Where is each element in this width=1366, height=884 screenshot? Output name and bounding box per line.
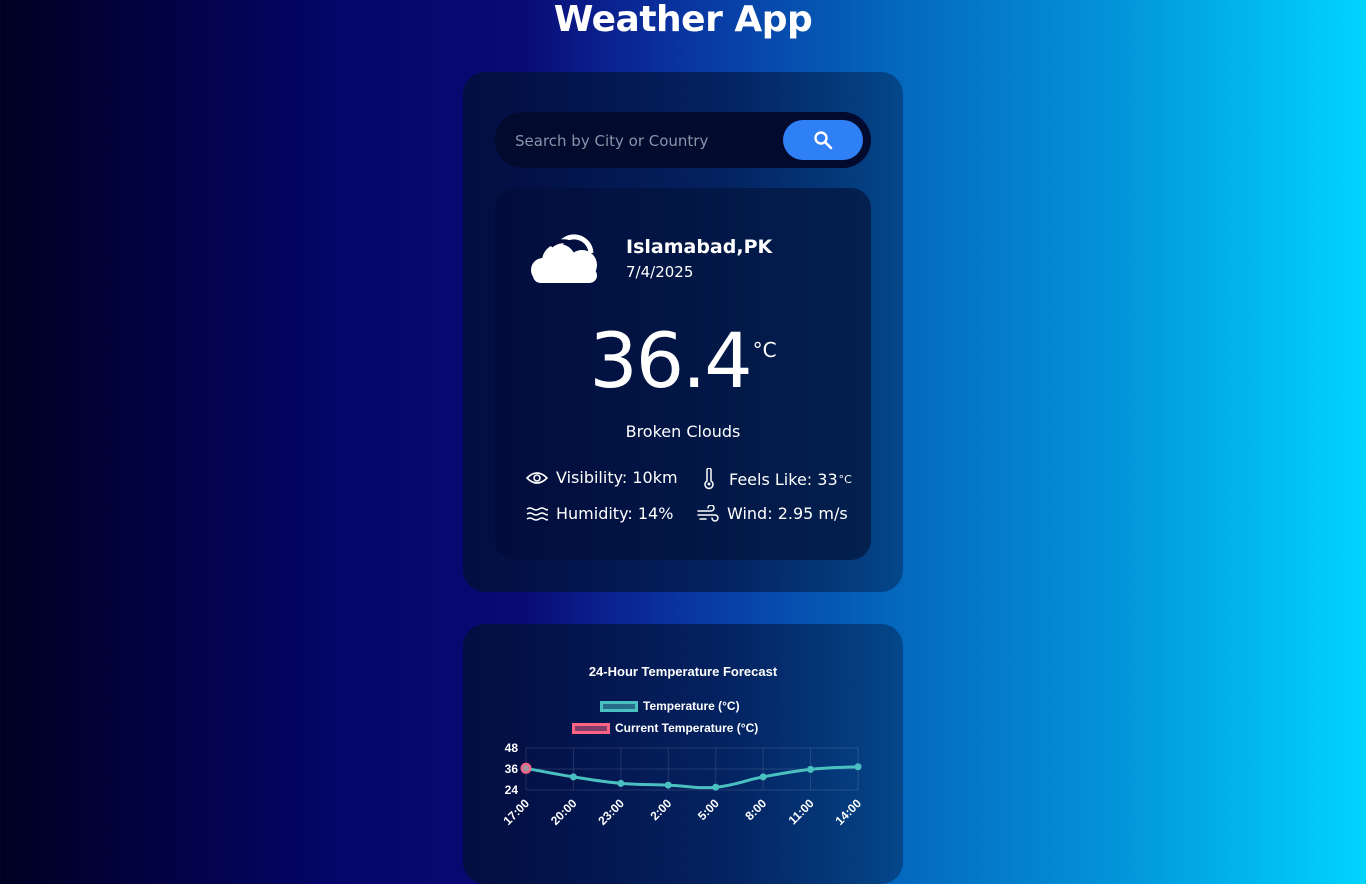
- x-tick-label: 5:00: [695, 796, 722, 823]
- feels-like-label: Feels Like: 33: [729, 469, 838, 489]
- current-temperature-point: [520, 762, 532, 774]
- forecast-chart-card: 24-Hour Temperature Forecast Temperature…: [463, 624, 903, 884]
- weather-condition: Broken Clouds: [625, 422, 741, 441]
- x-tick-label: 11:00: [786, 796, 817, 827]
- visibility-label: Visibility: 10km: [556, 468, 678, 487]
- thermometer-icon: [704, 468, 714, 490]
- temperature-point: [569, 773, 577, 781]
- feels-like-unit: °C: [838, 472, 852, 486]
- wind-stat: Wind: 2.95 m/s: [697, 504, 848, 523]
- temperature-value: 36.4: [589, 316, 752, 405]
- y-tick-label: 48: [505, 741, 519, 755]
- temperature-chart: 48 36 2417:00 20:00 23:00 2:00 5:00 8:00 11:00 14…: [501, 741, 865, 828]
- current-weather-panel: Islamabad,PK 7/4/2025 36.4 °C Broken Clou…: [495, 188, 871, 560]
- wind-icon: [697, 504, 719, 522]
- search-bar: [495, 112, 871, 170]
- visibility-stat: Visibility: 10km: [526, 468, 678, 487]
- search-input[interactable]: [513, 112, 777, 170]
- humidity-stat: Humidity: 14%: [526, 504, 673, 523]
- temperature-unit: °C: [752, 338, 777, 362]
- humidity-icon: [526, 506, 548, 521]
- y-tick-label: 36: [505, 762, 519, 776]
- eye-icon: [526, 471, 548, 484]
- search-button[interactable]: [783, 120, 863, 160]
- temperature-point: [854, 763, 862, 771]
- temperature-point: [759, 773, 767, 781]
- weather-card: Islamabad,PK 7/4/2025 36.4°C Broken Clou…: [463, 72, 903, 592]
- x-tick-label: 2:00: [648, 796, 675, 823]
- humidity-label: Humidity: 14%: [556, 504, 674, 523]
- wind-label: Wind: 2.95 m/s: [727, 504, 848, 523]
- x-tick-label: 23:00: [595, 796, 627, 828]
- current-date: 7/4/2025: [626, 263, 694, 281]
- x-tick-label: 8:00: [742, 796, 769, 823]
- temperature-point: [807, 765, 815, 773]
- temperature-display: 36.4 °C: [495, 316, 871, 405]
- temperature-point: [617, 779, 625, 787]
- location-name: Islamabad,PK: [626, 236, 773, 258]
- x-tick-label: 20:00: [548, 796, 580, 828]
- search-icon: [814, 131, 833, 150]
- x-tick-label: 17:00: [501, 796, 533, 828]
- feels-like-stat: Feels Like: 33 °C: [699, 468, 852, 490]
- app-title: Weather App: [553, 0, 813, 40]
- temperature-point: [712, 783, 720, 791]
- y-tick-label: 24: [505, 783, 519, 797]
- x-tick-label: 14:00: [833, 796, 865, 828]
- cloud-icon: [531, 234, 597, 283]
- temperature-point: [664, 781, 672, 789]
